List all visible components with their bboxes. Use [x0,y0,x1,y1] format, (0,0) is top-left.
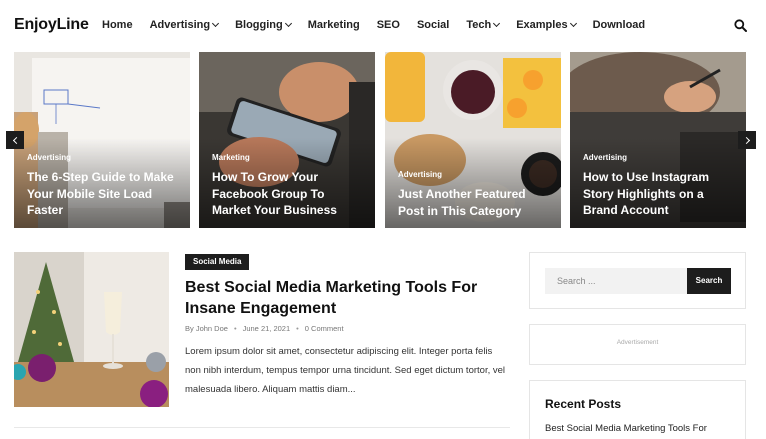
nav-item-tech[interactable]: Tech [466,19,501,31]
ad-label: Advertisement [616,339,659,346]
slide-title[interactable]: How to Use Instagram Story Highlights on… [583,169,733,219]
nav-label: Tech [466,19,492,31]
slide-card[interactable]: Advertising The 6-Step Guide to Make You… [14,52,190,228]
post-comments[interactable]: 0 Comment [305,324,344,333]
slide-category[interactable]: Advertising [583,153,627,162]
slide-title[interactable]: The 6-Step Guide to Make Your Mobile Sit… [27,169,177,219]
recent-posts-heading: Recent Posts [545,397,622,411]
featured-slider: Advertising The 6-Step Guide to Make You… [14,52,746,228]
nav-item-blogging[interactable]: Blogging [235,19,292,31]
recent-post-link[interactable]: Best Social Media Marketing Tools For [545,423,707,434]
post-date: June 21, 2021 [242,324,291,333]
search-icon[interactable] [734,19,747,32]
main-nav: Home Advertising Blogging Marketing SEO … [102,19,662,31]
search-widget: Search ... Search [529,252,746,309]
site-logo[interactable]: EnjoyLine [14,16,89,34]
search-input[interactable]: Search ... [545,268,687,294]
slide-card[interactable]: Marketing How To Grow Your Facebook Grou… [199,52,375,228]
chevron-left-icon [12,136,20,144]
post-title[interactable]: Best Social Media Marketing Tools For In… [185,277,505,319]
recent-posts-widget: Recent Posts Best Social Media Marketing… [529,380,746,439]
nav-item-examples[interactable]: Examples [516,19,577,31]
nav-label: Advertising [149,19,211,31]
chevron-down-icon [284,19,292,28]
ad-widget: Advertisement [529,324,746,365]
post-category-badge[interactable]: Social Media [185,254,250,270]
nav-item-marketing[interactable]: Marketing [308,19,360,31]
nav-label: Blogging [235,19,283,31]
nav-item-seo[interactable]: SEO [377,19,400,31]
nav-item-advertising[interactable]: Advertising [149,19,220,31]
chevron-down-icon [212,19,220,28]
meta-separator: • [233,324,237,333]
slide-card[interactable]: Advertising Just Another Featured Post i… [385,52,561,228]
chevron-right-icon [742,136,750,144]
post-thumbnail[interactable] [14,252,169,407]
slide-title[interactable]: Just Another Featured Post in This Categ… [398,186,548,219]
nav-label: Social [416,19,450,31]
chevron-down-icon [569,19,577,28]
slide-category[interactable]: Marketing [212,153,250,162]
nav-item-home[interactable]: Home [102,19,133,31]
slide-category[interactable]: Advertising [27,153,71,162]
search-button[interactable]: Search [687,268,731,294]
post-divider [14,427,510,428]
post-meta: By John Doe • June 21, 2021 • 0 Comment [185,324,344,333]
chevron-down-icon [493,19,501,28]
nav-label: Home [102,19,133,31]
slider-next-button[interactable] [738,131,756,149]
nav-item-social[interactable]: Social [417,19,449,31]
nav-label: SEO [376,19,400,31]
post-excerpt: Lorem ipsum dolor sit amet, consectetur … [185,346,506,395]
post-author[interactable]: By John Doe [185,324,228,333]
nav-label: Examples [516,19,568,31]
meta-separator: • [296,324,299,333]
nav-label: Marketing [307,19,360,31]
slide-card[interactable]: Advertising How to Use Instagram Story H… [570,52,746,228]
post-image-christmas-table [14,252,169,407]
slide-category[interactable]: Advertising [398,170,442,179]
slider-prev-button[interactable] [6,131,24,149]
slide-title[interactable]: How To Grow Your Facebook Group To Marke… [212,169,362,219]
site-header: EnjoyLine Home Advertising Blogging Mark… [0,0,766,52]
nav-item-download[interactable]: Download [593,19,646,31]
nav-label: Download [592,19,646,31]
